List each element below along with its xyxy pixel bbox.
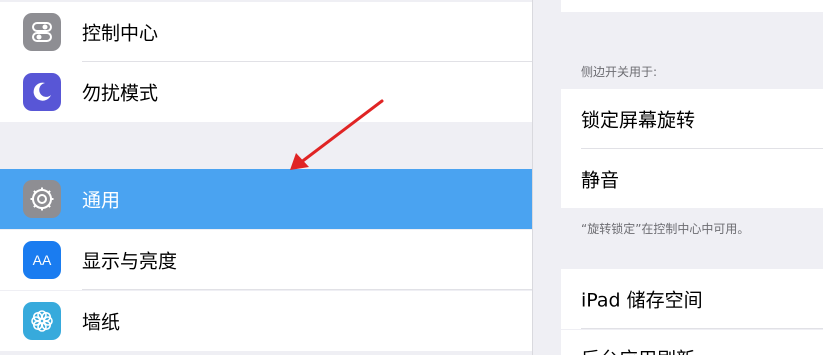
option-lock-rotation[interactable]: 锁定屏幕旋转 — [561, 89, 823, 149]
sidebar-item-general[interactable]: 通用 — [0, 169, 532, 229]
storage-label: iPad 储存空间 — [581, 289, 703, 312]
top-cell-partial — [561, 0, 823, 12]
moon-icon — [23, 73, 61, 111]
option-label: 静音 — [581, 169, 620, 191]
footer-note: “旋转锁定”在控制中心中可用。 — [581, 222, 750, 236]
row-separator — [82, 289, 532, 290]
row-separator — [581, 328, 823, 329]
background-app-refresh-row[interactable]: 后台应用刷新 — [561, 330, 823, 355]
option-label: 锁定屏幕旋转 — [581, 109, 696, 132]
sidebar-item-control-center[interactable]: 控制中心 — [0, 2, 532, 62]
option-mute[interactable]: 静音 — [561, 149, 823, 208]
gear-icon — [23, 180, 61, 218]
sidebar-item-wallpaper[interactable]: 墙纸 — [0, 291, 532, 351]
sidebar-item-display-brightness[interactable]: AA 显示与亮度 — [0, 230, 532, 290]
sidebar-item-label: 通用 — [82, 189, 121, 212]
sidebar-item-label: 控制中心 — [82, 22, 159, 45]
wallpaper-icon — [23, 302, 61, 340]
display-brightness-icon: AA — [23, 241, 61, 279]
sidebar-item-label: 墙纸 — [82, 311, 121, 334]
section-header-side-switch: 侧边开关用于: — [581, 65, 658, 79]
sidebar-item-label: 显示与亮度 — [82, 250, 178, 273]
sidebar-item-label: 勿扰模式 — [82, 82, 159, 105]
settings-sidebar: 控制中心 勿扰模式 通用 AA 显示与亮度 墙纸 — [0, 0, 532, 355]
ipad-storage-row[interactable]: iPad 储存空间 — [561, 269, 823, 329]
general-detail-panel: 侧边开关用于: 锁定屏幕旋转 静音 “旋转锁定”在控制中心中可用。 iPad 储… — [533, 0, 823, 355]
sidebar-item-do-not-disturb[interactable]: 勿扰模式 — [0, 62, 532, 122]
control-center-icon — [23, 13, 61, 51]
next-item-label: 后台应用刷新 — [581, 345, 695, 355]
